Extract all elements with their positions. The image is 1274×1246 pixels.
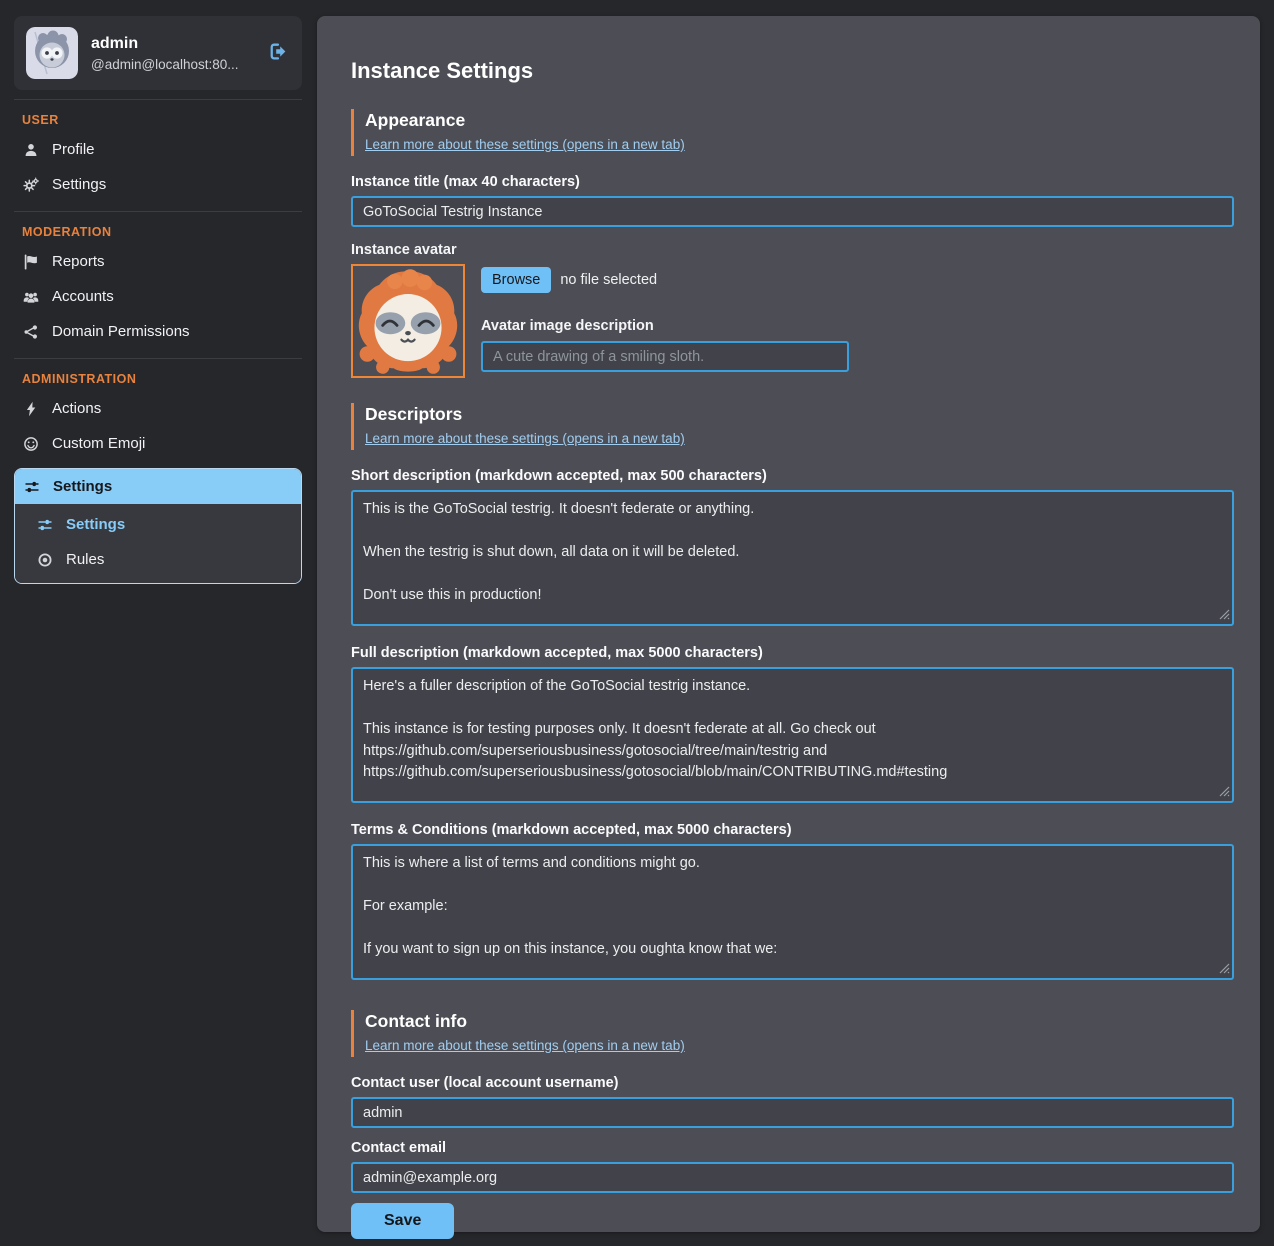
sidebar-item-label: Domain Permissions (52, 323, 190, 340)
terms-label: Terms & Conditions (markdown accepted, m… (351, 822, 1234, 838)
bolt-icon (22, 400, 39, 417)
section-descriptors-header: Descriptors Learn more about these setti… (351, 403, 1234, 450)
submenu-item-rules[interactable]: Rules (15, 542, 301, 577)
section-title: Appearance (365, 110, 1234, 131)
user-avatar (26, 27, 78, 79)
short-description-textarea[interactable]: This is the GoToSocial testrig. It doesn… (351, 490, 1234, 626)
sidebar-item-profile[interactable]: Profile (14, 132, 302, 167)
circle-dot-icon (36, 551, 53, 568)
sidebar-item-reports[interactable]: Reports (14, 244, 302, 279)
sidebar-category-administration: ADMINISTRATION (22, 372, 302, 386)
sidebar: admin @admin@localhost:80... USER Profil… (14, 16, 302, 584)
user-handle: @admin@localhost:80... (91, 57, 238, 72)
divider (14, 211, 302, 212)
sidebar-item-admin-settings[interactable]: Settings (15, 469, 301, 504)
file-status-text: no file selected (560, 272, 657, 288)
instance-settings-panel: Instance Settings Appearance Learn more … (317, 16, 1260, 1232)
section-contact-header: Contact info Learn more about these sett… (351, 1010, 1234, 1057)
sidebar-item-accounts[interactable]: Accounts (14, 279, 302, 314)
sidebar-item-label: Profile (52, 141, 95, 158)
page-title: Instance Settings (351, 58, 1234, 84)
submenu-item-settings[interactable]: Settings (15, 507, 301, 542)
sidebar-item-label: Actions (52, 400, 101, 417)
instance-title-input[interactable] (351, 196, 1234, 227)
sidebar-category-user: USER (22, 113, 302, 127)
full-description-label: Full description (markdown accepted, max… (351, 645, 1234, 661)
divider (14, 358, 302, 359)
section-title: Descriptors (365, 404, 1234, 425)
sidebar-item-label: Custom Emoji (52, 435, 145, 452)
avatar-description-input[interactable] (481, 341, 849, 372)
user-icon (22, 141, 39, 158)
sidebar-item-user-settings[interactable]: Settings (14, 167, 302, 202)
sidebar-item-label: Settings (53, 478, 112, 495)
sliders-icon (23, 478, 40, 495)
avatar-description-label: Avatar image description (481, 318, 1234, 334)
flag-icon (22, 253, 39, 270)
contact-user-field: Contact user (local account username) (351, 1075, 1234, 1128)
share-nodes-icon (22, 323, 39, 340)
gears-icon (22, 176, 39, 193)
sidebar-item-custom-emoji[interactable]: Custom Emoji (14, 426, 302, 461)
terms-field: Terms & Conditions (markdown accepted, m… (351, 822, 1234, 984)
user-name: admin (91, 35, 238, 53)
sidebar-item-domain-permissions[interactable]: Domain Permissions (14, 314, 302, 349)
contact-user-input[interactable] (351, 1097, 1234, 1128)
instance-avatar-label: Instance avatar (351, 242, 1234, 258)
contact-email-label: Contact email (351, 1140, 1234, 1156)
instance-avatar-image (351, 264, 465, 378)
logout-button[interactable] (265, 39, 290, 67)
submenu-item-label: Settings (66, 516, 125, 533)
sliders-icon (36, 516, 53, 533)
full-description-textarea[interactable]: Here's a fuller description of the GoToS… (351, 667, 1234, 803)
user-meta: admin @admin@localhost:80... (91, 35, 238, 72)
divider (14, 99, 302, 100)
users-icon (22, 288, 39, 305)
short-description-field: Short description (markdown accepted, ma… (351, 468, 1234, 630)
contact-user-label: Contact user (local account username) (351, 1075, 1234, 1091)
section-title: Contact info (365, 1011, 1234, 1032)
save-button[interactable]: Save (351, 1203, 454, 1239)
instance-avatar-field: Instance avatar (351, 242, 1234, 378)
avatar-file-input: Browse no file selected (481, 267, 1234, 293)
learn-more-link[interactable]: Learn more about these settings (opens i… (365, 1038, 685, 1053)
submenu-item-label: Rules (66, 551, 104, 568)
full-description-field: Full description (markdown accepted, max… (351, 645, 1234, 807)
smiley-icon (22, 435, 39, 452)
sidebar-item-label: Reports (52, 253, 105, 270)
terms-textarea[interactable]: This is where a list of terms and condit… (351, 844, 1234, 980)
sidebar-item-label: Accounts (52, 288, 114, 305)
sidebar-item-label: Settings (52, 176, 106, 193)
sign-out-icon (267, 41, 288, 65)
learn-more-link[interactable]: Learn more about these settings (opens i… (365, 431, 685, 446)
contact-email-field: Contact email (351, 1140, 1234, 1193)
sidebar-settings-group: Settings Settings (14, 468, 302, 584)
short-description-label: Short description (markdown accepted, ma… (351, 468, 1234, 484)
section-appearance-header: Appearance Learn more about these settin… (351, 109, 1234, 156)
sidebar-item-actions[interactable]: Actions (14, 391, 302, 426)
settings-submenu: Settings Rules (15, 504, 301, 583)
learn-more-link[interactable]: Learn more about these settings (opens i… (365, 137, 685, 152)
user-card[interactable]: admin @admin@localhost:80... (14, 16, 302, 90)
contact-email-input[interactable] (351, 1162, 1234, 1193)
sidebar-category-moderation: MODERATION (22, 225, 302, 239)
instance-title-label: Instance title (max 40 characters) (351, 174, 1234, 190)
browse-button[interactable]: Browse (481, 267, 551, 293)
instance-title-field: Instance title (max 40 characters) (351, 174, 1234, 227)
